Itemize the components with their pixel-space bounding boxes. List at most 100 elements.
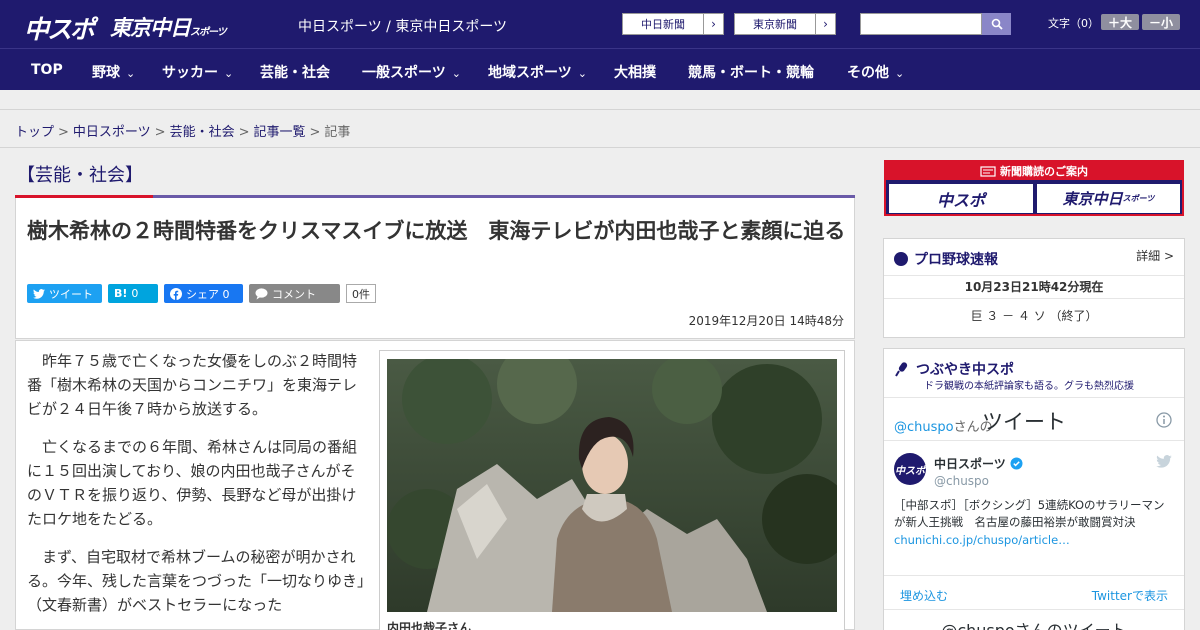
nav-item-label: 競馬・ボート・競輪 xyxy=(688,65,814,81)
facebook-share-button[interactable]: シェア 0 xyxy=(164,284,243,303)
chevron-right-icon: › xyxy=(703,14,723,34)
search-button[interactable] xyxy=(982,13,1011,35)
chevron-down-icon: ⌄ xyxy=(451,67,461,80)
avatar-text: 中スポ xyxy=(895,465,925,477)
hatena-count: 0 xyxy=(131,287,139,300)
article-date: 2019年12月20日 14時48分 xyxy=(688,314,844,328)
breadcrumb-separator: > xyxy=(238,125,250,140)
breadcrumb: トップ > 中日スポーツ > 芸能・社会 > 記事一覧 > 記事 xyxy=(0,111,1200,148)
nav-item-baseball[interactable]: 野球 ⌄ xyxy=(92,62,135,82)
article-photo[interactable] xyxy=(387,359,837,612)
article-paragraph: 亡くなるまでの６年間、希林さんは同局の番組に１５回出演しており、娘の内田也哉子さ… xyxy=(27,438,358,528)
chunichi-shinbun-label: 中日新聞 xyxy=(641,18,685,31)
footer-divider xyxy=(884,609,1184,610)
nav-item-general-sports[interactable]: 一般スポーツ ⌄ xyxy=(362,62,461,82)
search-input[interactable] xyxy=(860,13,982,35)
nav-item-other[interactable]: その他 ⌄ xyxy=(847,62,904,82)
tweet-label: ツイート xyxy=(49,287,93,301)
verified-badge-icon xyxy=(1010,457,1023,470)
font-size-down-button[interactable]: －小 xyxy=(1142,14,1180,30)
comment-count: 0件 xyxy=(346,284,376,303)
baseball-icon xyxy=(894,252,908,266)
twitter-panel: つぶやき中スポ ドラ観戦の本紙評論家も語る。グラも熱烈応援 @chuspoさんの… xyxy=(883,348,1185,630)
tweet-author-name: 中日スポーツ xyxy=(934,457,1006,471)
baseball-details-link[interactable]: 詳細 > xyxy=(1136,247,1174,264)
nav-item-label: 芸能・社会 xyxy=(260,65,330,81)
newspaper-icon xyxy=(980,165,996,177)
chunichi-shinbun-link[interactable]: 中日新聞 › xyxy=(622,13,724,35)
baseball-scores-panel: プロ野球速報 詳細 > 10月23日21時42分現在 巨 ３ － ４ ソ （終了… xyxy=(883,238,1185,338)
article-header: 樹木希林の２時間特番をクリスマスイブに放送 東海テレビが内田也哉子と素顔に迫る … xyxy=(15,198,855,339)
hatena-bookmark-button[interactable]: B! 0 xyxy=(108,284,158,303)
facebook-icon xyxy=(170,287,182,300)
tweet-button[interactable]: ツイート xyxy=(27,284,102,303)
info-icon[interactable] xyxy=(1156,412,1172,428)
baseball-updated: 10月23日21時42分現在 xyxy=(884,275,1184,299)
subscription-banner[interactable]: 新聞購読のご案内 中スポ 東京中日 スポーツ xyxy=(884,160,1184,216)
article-photo-frame: 内田也哉子さん xyxy=(379,350,845,630)
avatar[interactable]: 中スポ xyxy=(894,453,926,485)
tweet-divider xyxy=(884,575,1184,576)
timeline-handle-text: @chuspo xyxy=(894,420,954,435)
nav-item-regional-sports[interactable]: 地域スポーツ ⌄ xyxy=(488,62,587,82)
embed-link[interactable]: 埋め込む xyxy=(900,587,948,604)
ad-logo-tokyo-small: スポーツ xyxy=(1122,194,1155,203)
site-name: 中日スポーツ / 東京中日スポーツ xyxy=(298,19,508,35)
photo-caption: 内田也哉子さん xyxy=(387,621,472,630)
game-score[interactable]: 巨 ３ － ４ ソ （終了） xyxy=(884,307,1184,324)
category-header: 【芸能・社会】 xyxy=(15,160,855,198)
comment-button[interactable]: コメント xyxy=(249,284,340,303)
subscription-banner-header: 新聞購読のご案内 xyxy=(886,162,1182,180)
font-size-up-button[interactable]: ＋大 xyxy=(1101,14,1139,30)
logo-chuspo[interactable]: 中スポ xyxy=(24,10,95,44)
twitter-panel-title: つぶやき中スポ xyxy=(894,359,1014,379)
timeline-footer-link[interactable]: @chuspoさんのツイート xyxy=(884,617,1184,630)
logo-tokyo-small: スポーツ xyxy=(190,27,227,38)
breadcrumb-separator: > xyxy=(309,125,321,140)
tweet-author[interactable]: 中日スポーツ xyxy=(934,455,1023,472)
twitter-timeline-header: @chuspoさんの ツイート xyxy=(884,397,1184,441)
breadcrumb-chuspo[interactable]: 中日スポーツ xyxy=(73,125,151,140)
hatena-icon: B! xyxy=(114,287,128,300)
baseball-title-text: プロ野球速報 xyxy=(914,252,998,268)
article-paragraph: まず、自宅取材で希林ブームの秘密が明かされる。今年、残した言葉をつづった「一切な… xyxy=(27,548,365,614)
breadcrumb-entertainment[interactable]: 芸能・社会 xyxy=(170,125,235,140)
logo-tokyo-chunichi[interactable]: 東京中日スポーツ xyxy=(110,12,227,42)
comment-label: コメント xyxy=(272,287,316,301)
nav-item-label: 一般スポーツ xyxy=(362,65,446,81)
nav-item-racing[interactable]: 競馬・ボート・競輪 xyxy=(688,62,814,82)
twitter-bird-icon[interactable] xyxy=(1156,455,1172,468)
font-size-label: 文字（0） xyxy=(1048,17,1099,30)
breadcrumb-top[interactable]: トップ xyxy=(15,125,54,140)
photo-woman-on-rocks xyxy=(387,359,837,612)
chevron-right-icon: › xyxy=(815,14,835,34)
search-icon xyxy=(991,18,1003,30)
tokyo-shinbun-label: 東京新聞 xyxy=(753,18,797,31)
chevron-down-icon: ⌄ xyxy=(224,67,234,80)
chevron-down-icon: ⌄ xyxy=(577,67,587,80)
logo-tokyo-text: 東京中日 xyxy=(110,16,191,40)
twitter-panel-title-text: つぶやき中スポ xyxy=(916,362,1014,378)
tokyo-shinbun-link[interactable]: 東京新聞 › xyxy=(734,13,836,35)
nav-item-label: 野球 xyxy=(92,65,120,81)
ad-logo-tokyo: 東京中日 スポーツ xyxy=(1037,184,1180,213)
timeline-handle[interactable]: @chuspoさんの xyxy=(894,416,993,435)
nav-item-top[interactable]: TOP xyxy=(31,62,63,78)
subscription-header-text: 新聞購読のご案内 xyxy=(1000,165,1088,178)
main-nav: TOP 野球 ⌄ サッカー ⌄ 芸能・社会 一般スポーツ ⌄ 地域スポーツ ⌄ 大相撲 … xyxy=(0,48,1200,90)
nav-item-label: TOP xyxy=(31,62,63,78)
nav-item-soccer[interactable]: サッカー ⌄ xyxy=(162,62,233,82)
nav-item-label: 大相撲 xyxy=(614,65,656,81)
tweet-handle: @chuspo xyxy=(934,474,990,488)
baseball-title: プロ野球速報 xyxy=(894,249,998,269)
tweet-link[interactable]: chunichi.co.jp/chuspo/article… xyxy=(894,533,1070,547)
twitter-icon xyxy=(33,288,45,299)
breadcrumb-article-list[interactable]: 記事一覧 xyxy=(254,125,306,140)
article-headline: 樹木希林の２時間特番をクリスマスイブに放送 東海テレビが内田也哉子と素顔に迫る xyxy=(27,219,846,243)
nav-item-entertainment[interactable]: 芸能・社会 xyxy=(260,62,330,82)
view-on-twitter-link[interactable]: Twitterで表示 xyxy=(1092,587,1168,604)
site-header: 中スポ 東京中日スポーツ 中日スポーツ / 東京中日スポーツ 中日新聞 › 東京… xyxy=(0,0,1200,48)
ad-logo-tokyo-text: 東京中日 xyxy=(1062,190,1123,208)
article-body: 昨年７５歳で亡くなった女優をしのぶ２時間特番「樹木希林の天国からコンニチワ」を東… xyxy=(15,340,855,630)
nav-item-sumo[interactable]: 大相撲 xyxy=(614,62,656,82)
